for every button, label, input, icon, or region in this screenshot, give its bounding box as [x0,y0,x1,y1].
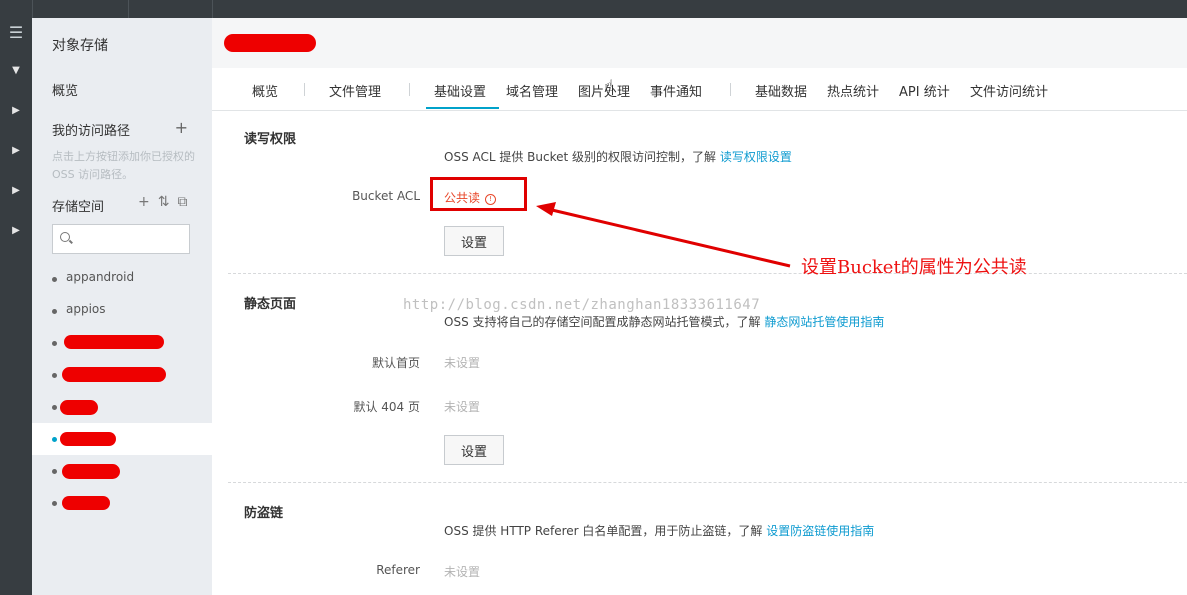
arrow-line [551,208,791,268]
pointer-cursor-icon: ☝ [604,76,614,95]
watermark: http://blog.csdn.net/zhanghan18333611647 [403,297,761,313]
arrow-head [536,202,556,216]
annotation-text: 设置Bucket的属性为公共读 [801,257,1027,278]
